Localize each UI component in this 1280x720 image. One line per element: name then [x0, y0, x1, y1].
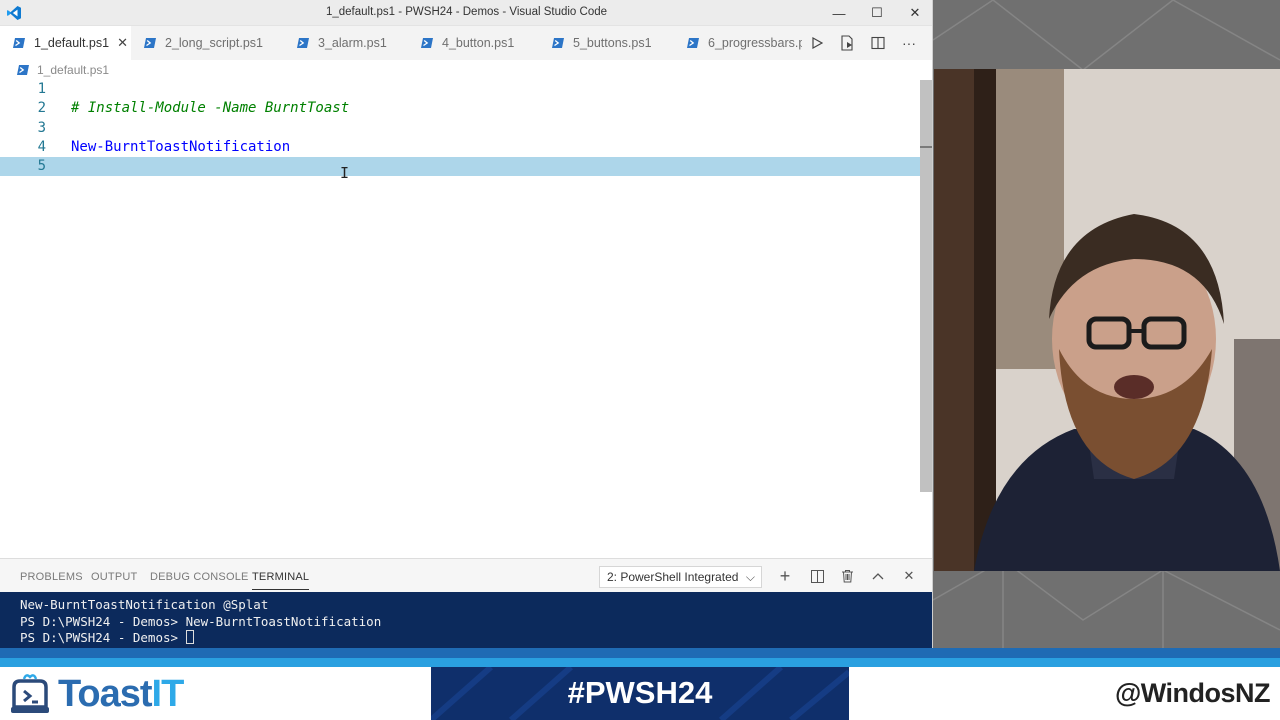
tab-label: 2_long_script.ps1 — [165, 36, 263, 50]
minimize-button[interactable]: — — [820, 0, 858, 26]
chevron-up-icon — [872, 573, 884, 580]
brand-name: ToastIT — [58, 672, 185, 716]
powershell-file-icon — [552, 38, 564, 48]
webcam-feed — [934, 69, 1280, 571]
run-selection-icon — [841, 35, 853, 51]
brand-main: Toast — [58, 672, 153, 715]
text-cursor-icon: I — [340, 164, 350, 182]
maximize-panel-button[interactable] — [869, 567, 887, 585]
terminal-select-value: 2: PowerShell Integrated — [607, 570, 739, 584]
code-editor[interactable]: 1 2 # Install-Module -Name BurntToast 3 … — [0, 80, 932, 558]
tab-label: 3_alarm.ps1 — [318, 36, 387, 50]
hashtag-banner: #PWSH24 — [431, 667, 849, 720]
trash-icon — [841, 570, 853, 583]
close-tab-icon[interactable]: ✕ — [117, 35, 128, 51]
event-hashtag: #PWSH24 — [567, 675, 713, 710]
vscode-window: 1_default.ps1 - PWSH24 - Demos - Visual … — [0, 0, 933, 648]
kill-terminal-button[interactable] — [838, 567, 856, 585]
powershell-file-icon — [13, 38, 25, 48]
toastit-logo: ToastIT — [8, 670, 185, 718]
terminal-prompt-line[interactable]: PS D:\PWSH24 - Demos> — [20, 630, 932, 647]
powershell-file-icon — [297, 38, 309, 48]
minimize-icon: — — [832, 5, 846, 21]
tab-problems[interactable]: PROBLEMS — [20, 571, 83, 583]
powershell-file-icon — [421, 38, 433, 48]
tab-2-long-script[interactable]: 2_long_script.ps1 — [131, 26, 271, 60]
code-line-current[interactable]: 5 — [0, 157, 932, 177]
accent-stripe-light — [0, 658, 1280, 667]
tab-5-buttons[interactable]: 5_buttons.ps1 — [539, 26, 674, 60]
tab-4-button[interactable]: 4_button.ps1 — [408, 26, 539, 60]
panel-header: PROBLEMS OUTPUT DEBUG CONSOLE TERMINAL 2… — [0, 558, 932, 592]
split-terminal-button[interactable] — [808, 567, 826, 585]
ellipsis-icon: ··· — [902, 35, 916, 51]
run-selection-button[interactable] — [832, 26, 862, 60]
breadcrumb[interactable]: 1_default.ps1 — [0, 60, 932, 80]
tab-1-default[interactable]: 1_default.ps1 ✕ — [0, 26, 131, 60]
line-text[interactable]: # Install-Module -Name BurntToast — [71, 99, 349, 118]
terminal-cursor — [185, 630, 194, 644]
close-panel-button[interactable]: ✕ — [900, 567, 918, 585]
line-number: 5 — [37, 158, 46, 175]
tab-label: 4_button.ps1 — [442, 36, 515, 50]
plus-icon: + — [779, 565, 791, 586]
window-title: 1_default.ps1 - PWSH24 - Demos - Visual … — [325, 6, 608, 18]
editor-scrollbar[interactable] — [920, 80, 932, 492]
social-handle: @WindosNZ — [1114, 678, 1271, 708]
bottom-panel: PROBLEMS OUTPUT DEBUG CONSOLE TERMINAL 2… — [0, 558, 932, 648]
terminal-line: PS D:\PWSH24 - Demos> New-BurntToastNoti… — [20, 613, 382, 629]
tab-3-alarm[interactable]: 3_alarm.ps1 — [284, 26, 408, 60]
run-button[interactable] — [802, 26, 832, 60]
maximize-button[interactable]: ☐ — [858, 0, 896, 26]
terminal-select[interactable]: 2: PowerShell Integrated ⌵ — [599, 566, 762, 588]
close-icon: ✕ — [903, 568, 915, 583]
powershell-file-icon — [17, 65, 29, 75]
tab-label: 1_default.ps1 — [34, 36, 110, 50]
powershell-file-icon — [687, 38, 699, 48]
split-editor-icon — [871, 36, 885, 50]
terminal-prompt: PS D:\PWSH24 - Demos> — [20, 630, 186, 645]
maximize-icon: ☐ — [871, 5, 883, 20]
tab-6-progressbars[interactable]: 6_progressbars.p — [674, 26, 802, 60]
tab-debug-console[interactable]: DEBUG CONSOLE — [150, 571, 249, 583]
play-icon — [812, 37, 823, 49]
breadcrumb-file[interactable]: 1_default.ps1 — [37, 63, 109, 77]
line-number: 4 — [37, 138, 46, 155]
powershell-file-icon — [144, 38, 156, 48]
line-number: 1 — [37, 81, 46, 97]
close-icon: ✕ — [909, 5, 921, 20]
split-editor-button[interactable] — [863, 26, 893, 60]
close-window-button[interactable]: ✕ — [896, 0, 932, 26]
new-terminal-button[interactable]: + — [776, 565, 794, 586]
tab-output[interactable]: OUTPUT — [91, 571, 137, 583]
chevron-down-icon: ⌵ — [745, 570, 755, 584]
line-text[interactable]: New-BurntToastNotification — [71, 138, 290, 157]
scrollbar-cursor-marker — [920, 146, 932, 148]
toaster-icon — [11, 674, 49, 713]
code-line[interactable]: 2 # Install-Module -Name BurntToast — [0, 99, 932, 118]
terminal-line: New-BurntToastNotification @Splat — [20, 597, 269, 612]
code-line[interactable]: 1 — [0, 80, 932, 99]
presenter-video — [934, 69, 1280, 571]
tab-label: 6_progressbars.p — [708, 36, 802, 50]
terminal-output[interactable]: New-BurntToastNotification @Splat PS D:\P… — [0, 592, 932, 648]
code-line[interactable]: 4 New-BurntToastNotification — [0, 138, 932, 157]
line-number: 3 — [37, 119, 46, 136]
tab-label: 5_buttons.ps1 — [573, 36, 652, 50]
split-icon — [810, 569, 824, 583]
editor-tab-bar: 1_default.ps1 ✕ 2_long_script.ps1 3_alar… — [0, 26, 932, 60]
tab-terminal[interactable]: TERMINAL — [252, 571, 310, 590]
more-actions-button[interactable]: ··· — [894, 26, 924, 60]
brand-accent: IT — [151, 672, 185, 715]
code-line[interactable]: 3 — [0, 119, 932, 138]
line-number: 2 — [37, 100, 46, 117]
title-bar: 1_default.ps1 - PWSH24 - Demos - Visual … — [0, 0, 932, 26]
